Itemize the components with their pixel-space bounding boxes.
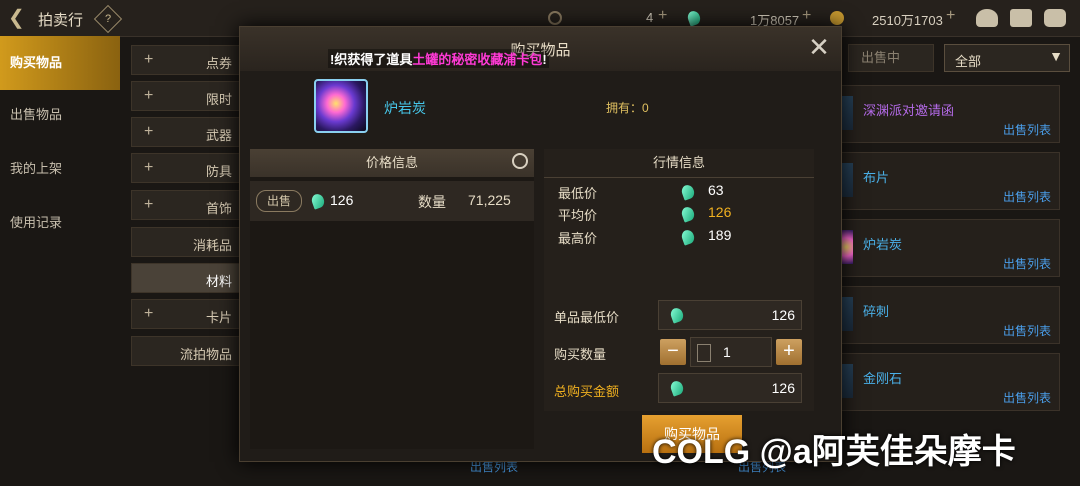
currency1-value: 4	[646, 10, 654, 25]
back-arrow-icon[interactable]: ❮	[8, 8, 28, 28]
item-name: 深渊派对邀请函	[863, 103, 955, 118]
currency3-value: 2510万1703	[872, 13, 943, 28]
calculator-icon[interactable]	[697, 344, 711, 362]
unit-min-price-label: 单品最低价	[554, 310, 620, 325]
sidebar-item-my-listings[interactable]: 我的上架	[0, 142, 120, 196]
market-min-value: 63	[708, 182, 724, 198]
category-item[interactable]: 消耗品	[131, 227, 241, 257]
listing-row[interactable]: 出售 126 数量 71,225	[250, 181, 534, 221]
total-amount-label: 总购买金额	[554, 384, 620, 399]
category-item[interactable]: + 限时	[131, 81, 241, 111]
qty-input-value: 1	[723, 344, 731, 360]
qty-input[interactable]: 1	[690, 337, 772, 367]
list-item[interactable]: 碎刺 出售列表	[838, 286, 1060, 344]
sidebar-item-buy[interactable]: 购买物品	[0, 36, 120, 90]
chat-icon[interactable]	[1044, 9, 1066, 27]
sidebar-item-sell[interactable]: 出售物品	[0, 88, 120, 142]
unit-min-price-value: 126	[771, 307, 795, 323]
market-row-min: 最低价	[558, 186, 598, 201]
price-panel-header: 价格信息	[250, 149, 534, 177]
sell-list-link[interactable]: 出售列表	[1003, 121, 1051, 138]
sell-list-link[interactable]: 出售列表	[1003, 322, 1051, 339]
close-icon[interactable]: ✕	[807, 34, 831, 60]
qty-minus-button[interactable]: −	[660, 339, 686, 365]
market-avg-value: 126	[708, 204, 732, 220]
dropdown-value: 全部	[955, 54, 982, 69]
item-name: 金刚石	[863, 371, 903, 386]
unit-min-price-box: 126	[658, 300, 802, 330]
gem-icon	[668, 306, 686, 324]
gem-icon	[685, 9, 703, 27]
item-name: 炉岩炭	[384, 100, 426, 116]
owned-count: 拥有：0	[606, 101, 649, 115]
gem-icon	[679, 205, 697, 223]
sell-list-link[interactable]: 出售列表	[1003, 255, 1051, 272]
market-row-avg: 平均价	[558, 208, 598, 223]
status-filter[interactable]: 出售中	[848, 44, 934, 72]
lava-coal-item-icon	[314, 79, 368, 133]
gem-icon	[668, 379, 686, 397]
gem-icon	[679, 183, 697, 201]
sell-tag: 出售	[256, 190, 302, 212]
currency2-add-button[interactable]: +	[802, 7, 811, 25]
watermark: COLG @a阿芙佳朵摩卡	[652, 433, 1016, 471]
chevron-down-icon: ▼	[1049, 48, 1063, 64]
coin-c-icon	[548, 11, 562, 25]
sidebar-item-history[interactable]: 使用记录	[0, 196, 120, 250]
total-amount-box: 126	[658, 373, 802, 403]
item-name: 碎刺	[863, 304, 890, 319]
category-item-selected[interactable]: 材料	[131, 263, 241, 293]
category-item[interactable]: + 首饰	[131, 190, 241, 220]
total-amount-value: 126	[771, 380, 795, 396]
type-dropdown[interactable]: 全部 ▼	[944, 44, 1070, 72]
item-name: 炉岩炭	[863, 237, 903, 252]
market-row-max: 最高价	[558, 231, 598, 246]
item-name: 布片	[863, 170, 890, 185]
category-item[interactable]: 流拍物品	[131, 336, 241, 366]
refresh-icon[interactable]	[512, 153, 528, 169]
buy-item-dialog: 购买物品 ✕ !织获得了道具土罐的秘密收藏浦卡包! 炉岩炭 拥有：0 价格信息 …	[239, 26, 842, 462]
qty-plus-button[interactable]: +	[776, 339, 802, 365]
list-item[interactable]: 炉岩炭 出售列表	[838, 219, 1060, 277]
list-item[interactable]: 布片 出售列表	[838, 152, 1060, 210]
sell-list-link[interactable]: 出售列表	[1003, 389, 1051, 406]
category-item[interactable]: + 武器	[131, 117, 241, 147]
market-max-value: 189	[708, 227, 732, 243]
category-item[interactable]: + 卡片	[131, 299, 241, 329]
qty-label: 数量	[418, 194, 446, 210]
category-item[interactable]: + 防具	[131, 153, 241, 183]
currency1-add-button[interactable]: +	[658, 7, 667, 25]
page-title: 拍卖行	[38, 12, 84, 29]
gold-coin-icon	[830, 11, 844, 25]
market-panel-header: 行情信息	[544, 149, 814, 178]
list-item[interactable]: 深渊派对邀请函 出售列表	[838, 85, 1060, 143]
currency3-add-button[interactable]: +	[946, 7, 955, 25]
market-panel: 行情信息 最低价 63 平均价 126 最高价 189	[544, 149, 814, 261]
category-item[interactable]: + 点券	[131, 45, 241, 75]
sell-list-link[interactable]: 出售列表	[1003, 188, 1051, 205]
list-item[interactable]: 金刚石 出售列表	[838, 353, 1060, 411]
system-notice: !织获得了道具土罐的秘密收藏浦卡包!	[328, 49, 549, 68]
gem-icon	[309, 192, 327, 210]
mail-icon[interactable]	[1010, 9, 1032, 27]
gem-icon	[679, 228, 697, 246]
help-icon[interactable]: ?	[93, 4, 123, 34]
price-panel: 价格信息 出售 126 数量 71,225	[250, 149, 534, 449]
listing-price: 126	[330, 192, 354, 208]
qty-value: 71,225	[468, 192, 511, 208]
storage-icon[interactable]	[976, 9, 998, 27]
buy-qty-label: 购买数量	[554, 347, 607, 362]
